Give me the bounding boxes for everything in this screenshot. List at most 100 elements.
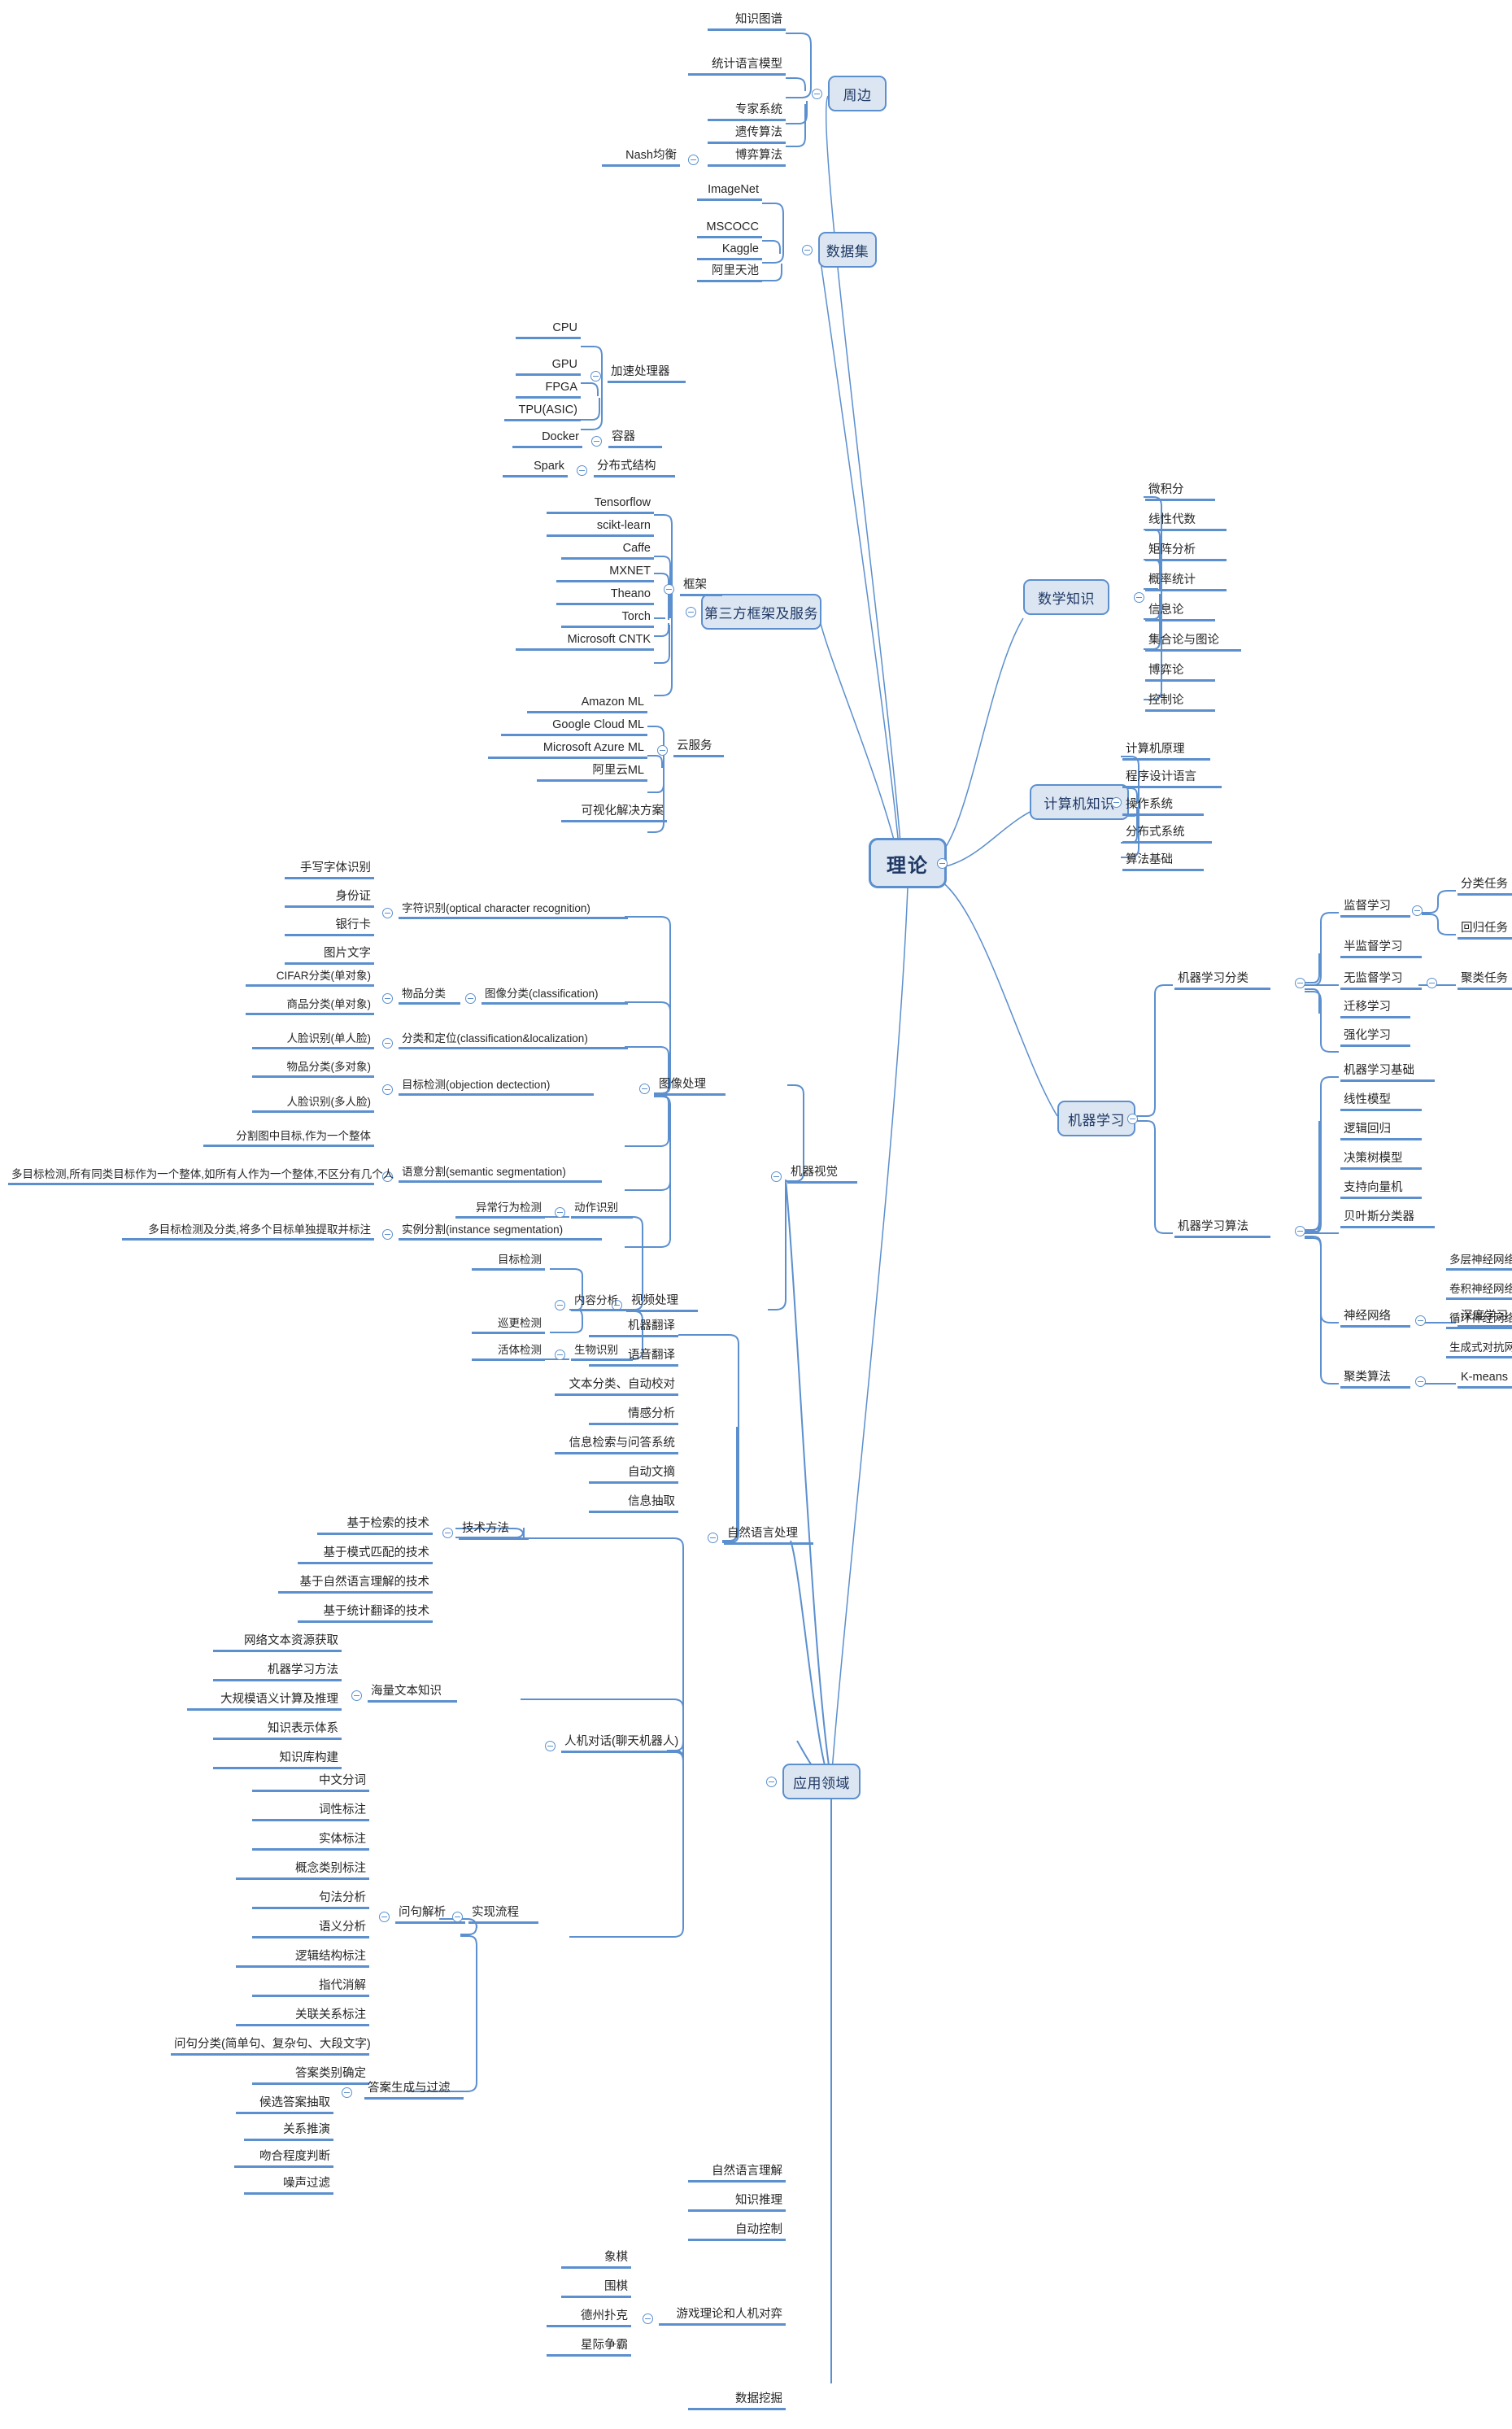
leaf-fenbushixitong[interactable]: 分布式系统 [1122,826,1212,844]
leaf-jufafenxi[interactable]: 句法分析 [252,1891,369,1910]
leaf-gainianleibie[interactable]: 概念类别标注 [236,1862,369,1881]
leaf-xiangqi[interactable]: 象棋 [561,2251,631,2270]
leaf-torch[interactable]: Torch [561,610,654,629]
leaf-cntk[interactable]: Microsoft CNTK [516,633,654,652]
leaf-qianghuaxuexi[interactable]: 强化学习 [1340,1029,1410,1048]
node-yingyonglingyu[interactable]: 应用领域 [782,1764,861,1799]
node-renjiduihua[interactable]: 人机对话(聊天机器人) [561,1735,680,1754]
leaf-ziranyuyanlijie[interactable]: 自然语言理解 [688,2165,786,2183]
leaf-fengetumubiao[interactable]: 分割图中目标,作为一个整体 [203,1130,374,1148]
leaf-kmeans[interactable]: K-means [1458,1371,1512,1389]
toggle-ziranyuyanchuli[interactable] [708,1533,718,1543]
node-zhoubian[interactable]: 周边 [828,76,887,111]
leaf-gailvtongji[interactable]: 概率统计 [1145,573,1227,592]
leaf-imagenet[interactable]: ImageNet [697,183,762,202]
leaf-zhuanjiaxitong[interactable]: 专家系统 [708,103,786,122]
node-dongzuoshibie[interactable]: 动作识别 [571,1201,633,1219]
node-jiqixuexisuanfa[interactable]: 机器学习算法 [1174,1220,1270,1239]
toggle-shilifenge[interactable] [382,1229,393,1240]
node-shujuji[interactable]: 数据集 [818,232,877,268]
node-juleisuanfa[interactable]: 聚类算法 [1340,1371,1410,1389]
toggle-jiqixuexifenlei[interactable] [1295,978,1305,988]
node-yuyifenge[interactable]: 语意分割(semantic segmentation) [399,1166,602,1184]
leaf-mubiaojiance2[interactable]: 目标检测 [472,1254,545,1271]
leaf-sciktlearn[interactable]: scikt-learn [547,519,654,538]
leaf-yuyifenxi[interactable]: 语义分析 [252,1921,369,1939]
leaf-nashjunheng[interactable]: Nash均衡 [602,149,680,168]
leaf-yinhangka[interactable]: 银行卡 [285,918,374,937]
leaf-yichuansuanfa[interactable]: 遗传算法 [708,126,786,145]
leaf-weiqi[interactable]: 围棋 [561,2280,631,2299]
toggle-rongqi[interactable] [591,436,602,447]
node-jiqixuexifenlei[interactable]: 机器学习分类 [1174,972,1270,991]
leaf-shenfenzheng[interactable]: 身份证 [285,890,374,909]
leaf-shujuwajue[interactable]: 数据挖掘 [688,2392,786,2411]
leaf-rnn[interactable]: 循环神经网络(RNN) [1446,1312,1512,1330]
toggle-jiasuchuliqi[interactable] [590,371,601,382]
leaf-amazonml[interactable]: Amazon ML [527,696,647,714]
leaf-tpu[interactable]: TPU(ASIC) [504,403,581,422]
node-youxililun[interactable]: 游戏理论和人机对弈 [659,2308,786,2327]
toggle-ocr[interactable] [382,908,393,918]
node-jiqixuexi[interactable]: 机器学习 [1057,1101,1135,1136]
leaf-qingganfenxi[interactable]: 情感分析 [589,1407,678,1426]
node-disanfang[interactable]: 第三方框架及服务 [701,594,821,630]
leaf-banjiandufx[interactable]: 半监督学习 [1340,940,1422,959]
leaf-theano[interactable]: Theano [556,587,654,606]
leaf-cixingbiaozhu[interactable]: 词性标注 [252,1803,369,1822]
toggle-shengwushibie[interactable] [555,1350,565,1360]
toggle-tuxiangchuli[interactable] [639,1084,650,1094]
leaf-qianyixuexi[interactable]: 迁移学习 [1340,1001,1410,1019]
leaf-caffe[interactable]: Caffe [561,542,654,560]
node-fenleihedingwei[interactable]: 分类和定位(classification&localization) [399,1032,628,1050]
leaf-jiyujiansuo[interactable]: 基于检索的技术 [317,1517,433,1536]
leaf-dezhoupuke[interactable]: 德州扑克 [547,2309,631,2328]
leaf-tongjiyuyanmoxing[interactable]: 统计语言模型 [688,58,786,76]
leaf-jiyumoshipipei[interactable]: 基于模式匹配的技术 [298,1546,433,1565]
leaf-weijifen[interactable]: 微积分 [1145,483,1215,502]
leaf-chengxusheji[interactable]: 程序设计语言 [1122,770,1222,789]
leaf-fpga[interactable]: FPGA [516,381,581,399]
toggle-boyisuanfa[interactable] [688,155,699,165]
toggle-fenbushijiegou[interactable] [577,465,587,476]
leaf-huotijiance[interactable]: 活体检测 [472,1344,545,1362]
leaf-jiandufx[interactable]: 监督学习 [1340,900,1410,918]
leaf-jisuanjiyuanli[interactable]: 计算机原理 [1122,743,1210,761]
leaf-azureml[interactable]: Microsoft Azure ML [488,741,647,760]
leaf-juleirenwu[interactable]: 聚类任务 [1458,972,1512,991]
leaf-cpu[interactable]: CPU [516,321,581,340]
node-neirongfenxi[interactable]: 内容分析 [571,1294,633,1312]
leaf-zidongwenzhai[interactable]: 自动文摘 [589,1466,678,1485]
leaf-suanfajichu[interactable]: 算法基础 [1122,853,1204,872]
node-rongqi[interactable]: 容器 [608,430,662,449]
leaf-jiyutongjifanyi[interactable]: 基于统计翻译的技术 [298,1605,433,1624]
leaf-mlp[interactable]: 多层神经网络(MLP) [1446,1254,1512,1271]
leaf-mscocc[interactable]: MSCOCC [697,220,762,239]
leaf-huiguirenwu[interactable]: 回归任务 [1458,922,1512,940]
leaf-renlianshibiedan[interactable]: 人脸识别(单人脸) [252,1032,374,1050]
leaf-zhichixiangliangji[interactable]: 支持向量机 [1340,1181,1422,1200]
leaf-gan[interactable]: 生成式对抗网络(GAN) [1446,1341,1512,1359]
leaf-zhishituili[interactable]: 知识推理 [688,2194,786,2213]
leaf-tupianwenzi[interactable]: 图片文字 [285,947,374,966]
leaf-xungengjiance[interactable]: 巡更检测 [472,1317,545,1335]
leaf-keshihua[interactable]: 可视化解决方案 [561,805,667,823]
leaf-spark[interactable]: Spark [503,460,568,478]
leaf-mljichu[interactable]: 机器学习基础 [1340,1064,1435,1083]
toggle-tuxiangfenlei[interactable] [465,993,476,1004]
leaf-wenbenfenlei[interactable]: 文本分类、自动校对 [555,1378,678,1397]
node-shenjingwangluo[interactable]: 神经网络 [1340,1310,1410,1328]
leaf-zhishibiaoshi[interactable]: 知识表示体系 [213,1722,342,1741]
leaf-caozuoxitong[interactable]: 操作系统 [1122,798,1204,817]
toggle-jisuanjizhishi[interactable] [1111,797,1122,808]
toggle-juleisuanfa[interactable] [1415,1376,1426,1387]
toggle-jiqixuexisuanfa[interactable] [1295,1226,1305,1236]
leaf-jiqifanyi[interactable]: 机器翻译 [589,1319,678,1338]
leaf-wenjufenlei[interactable]: 问句分类(简单句、复杂句、大段文字) [171,2038,371,2056]
leaf-beiyesifenleiqi[interactable]: 贝叶斯分类器 [1340,1210,1435,1229]
node-jiqishijue[interactable]: 机器视觉 [787,1166,857,1184]
root-node[interactable]: 理论 [869,838,947,888]
toggle-shujuji[interactable] [802,245,813,255]
toggle-yingyonglingyu[interactable] [766,1777,777,1787]
toggle-jishufangfa[interactable] [442,1528,453,1538]
